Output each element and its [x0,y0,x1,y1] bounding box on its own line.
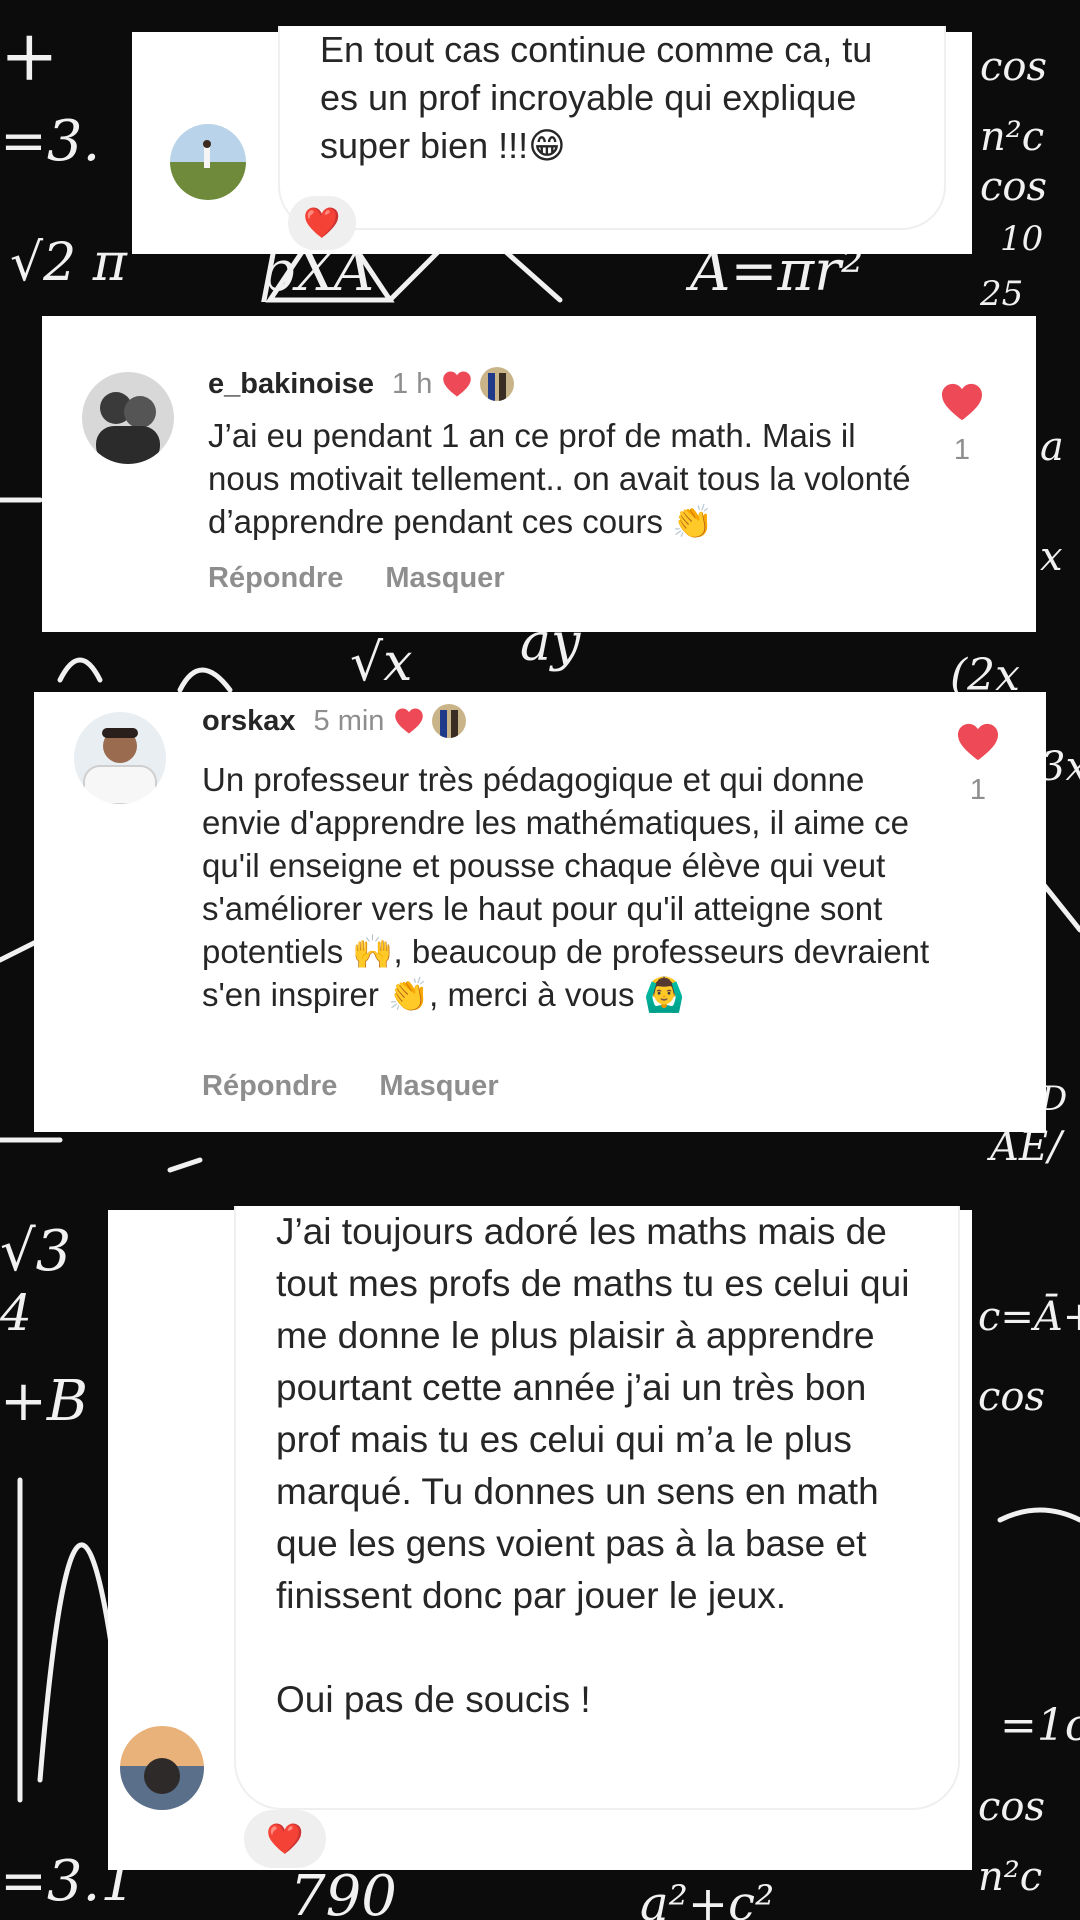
like-count: 1 [953,434,971,466]
sender-avatar[interactable] [120,1726,204,1810]
like-heart-icon[interactable] [956,722,1000,762]
svg-text:cos: cos [980,44,1047,90]
commenter-avatar[interactable] [82,372,174,464]
comment-header: e_bakinoise 1 h [208,364,515,404]
message-text: En tout cas continue comme ca, tu es un … [320,29,873,166]
svg-text:10: 10 [1000,219,1043,259]
reply-button[interactable]: Répondre [202,1070,337,1103]
comment-time: 1 h [392,367,433,400]
comment-actions: Répondre Masquer [202,1070,541,1103]
svg-text:√2 π: √2 π [10,233,128,293]
hide-button[interactable]: Masquer [379,1070,498,1103]
message-reaction[interactable]: ❤️ [244,1810,326,1868]
hide-button[interactable]: Masquer [385,562,504,595]
creator-liked-heart-icon [395,708,424,734]
like-column: 1 [948,722,1008,807]
svg-text:4: 4 [0,1284,32,1342]
creator-liked-heart-icon [443,371,472,397]
like-column: 1 [932,382,992,467]
sender-avatar[interactable] [170,124,246,200]
comment-actions: Répondre Masquer [208,562,547,595]
svg-text:n²c: n²c [978,1854,1042,1900]
svg-text:cos: cos [980,164,1047,210]
comment-card: e_bakinoise 1 h J’ai eu pendant 1 an ce … [42,316,1036,632]
creator-mini-avatar [480,367,515,401]
svg-text:cos: cos [978,1374,1045,1420]
comment-text: J’ai eu pendant 1 an ce prof de math. Ma… [208,417,911,540]
comment-username[interactable]: orskax [202,705,296,738]
message-bubble[interactable]: En tout cas continue comme ca, tu es un … [278,26,946,230]
svg-text:n²c: n²c [980,114,1044,160]
svg-text:x: x [1040,534,1063,580]
svg-text:3x: 3x [1040,744,1080,790]
commenter-avatar[interactable] [74,712,166,804]
heart-reaction-icon: ❤️ [303,205,341,241]
svg-text:a: a [1040,424,1064,470]
creator-mini-avatar [432,704,467,738]
svg-text:√x: √x [350,633,412,693]
reply-button[interactable]: Répondre [208,562,343,595]
comment-text: Un professeur très pédagogique et qui do… [202,761,930,1013]
comment-card: orskax 5 min Un professeur très pédagogi… [34,692,1046,1132]
like-count: 1 [969,774,987,806]
message-bubble[interactable]: J’ai toujours adoré les maths mais de to… [234,1206,960,1810]
svg-text:+B: +B [0,1369,88,1434]
svg-text:790: 790 [290,1864,397,1920]
svg-text:a²+c²: a²+c² [640,1876,774,1920]
message-card-bottom: J’ai toujours adoré les maths mais de to… [108,1206,972,1870]
message-text: J’ai toujours adoré les maths mais de to… [276,1211,910,1720]
svg-text:=3.: =3. [0,109,100,174]
svg-text:=1o: =1o [1000,1700,1080,1751]
like-heart-icon[interactable] [940,382,984,422]
comment-header: orskax 5 min [202,701,467,741]
svg-text:cos: cos [978,1784,1045,1830]
svg-text:c=Ā+: c=Ā+ [978,1294,1080,1340]
svg-text:+: + [0,15,59,97]
svg-text:25: 25 [979,274,1023,314]
comment-username[interactable]: e_bakinoise [208,368,374,401]
comment-time: 5 min [313,704,385,737]
message-card-top: En tout cas continue comme ca, tu es un … [132,26,972,254]
svg-text:√3: √3 [0,1219,71,1284]
message-reaction[interactable]: ❤️ [288,196,356,250]
heart-reaction-icon: ❤️ [266,1821,304,1857]
